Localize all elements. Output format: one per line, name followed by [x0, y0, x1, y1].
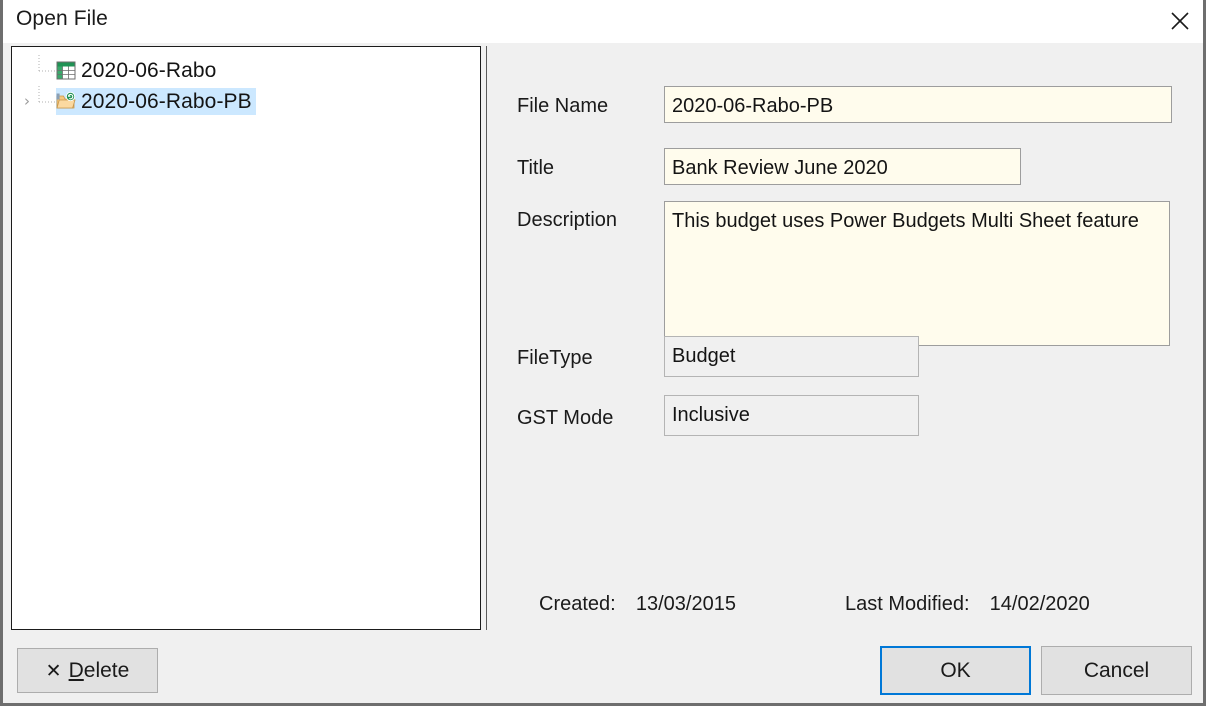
- tree-connector-line: [38, 86, 55, 103]
- description-label: Description: [517, 209, 618, 231]
- tree-item-content-selected[interactable]: 2020-06-Rabo-PB: [56, 88, 256, 115]
- created-meta: Created: 13/03/2015: [539, 593, 736, 616]
- title-label: Title: [517, 157, 555, 179]
- window-title: Open File: [16, 7, 108, 30]
- file-details-panel: File Name 2020-06-Rabo-PB Title Bank Rev…: [486, 46, 1202, 630]
- delete-button[interactable]: ✕ Delete: [17, 648, 158, 693]
- last-modified-label: Last Modified:: [845, 593, 970, 615]
- file-name-label: File Name: [517, 95, 609, 117]
- folder-refresh-icon: [56, 92, 76, 109]
- created-label: Created:: [539, 593, 616, 615]
- created-value: 13/03/2015: [635, 593, 736, 615]
- filetype-label: FileType: [517, 347, 593, 369]
- file-name-input[interactable]: 2020-06-Rabo-PB: [664, 86, 1172, 123]
- tree-item-label: 2020-06-Rabo: [81, 58, 217, 82]
- delete-button-label: Delete: [69, 659, 130, 683]
- close-icon[interactable]: [1157, 0, 1203, 41]
- ok-button[interactable]: OK: [880, 646, 1031, 695]
- list-item[interactable]: › 2020-06-Rabo-PB: [12, 86, 480, 117]
- delete-mnemonic: D: [68, 658, 84, 682]
- title-input[interactable]: Bank Review June 2020: [664, 148, 1021, 185]
- last-modified-meta: Last Modified: 14/02/2020: [845, 593, 1090, 616]
- file-tree: 2020-06-Rabo › 2020-06-Rabo-PB: [12, 47, 480, 117]
- list-item[interactable]: 2020-06-Rabo: [12, 55, 480, 86]
- cancel-button[interactable]: Cancel: [1041, 646, 1192, 695]
- open-file-dialog: Open File 2020-06-Rabo › 2020-06-Rabo-PB…: [0, 0, 1206, 706]
- delete-rest: elete: [83, 658, 130, 682]
- title-bar: Open File: [3, 0, 1203, 43]
- description-textarea[interactable]: This budget uses Power Budgets Multi She…: [664, 201, 1170, 346]
- last-modified-value: 14/02/2020: [989, 593, 1090, 615]
- file-tree-panel[interactable]: 2020-06-Rabo › 2020-06-Rabo-PB: [11, 46, 481, 630]
- gst-mode-label: GST Mode: [517, 407, 614, 429]
- tree-item-content[interactable]: 2020-06-Rabo: [56, 57, 220, 84]
- spreadsheet-icon: [56, 61, 76, 80]
- tree-connector-line: [38, 55, 55, 72]
- gst-mode-value: Inclusive: [664, 395, 919, 436]
- close-x-icon: ✕: [45, 659, 62, 682]
- chevron-right-icon[interactable]: ›: [24, 94, 38, 109]
- tree-item-label: 2020-06-Rabo-PB: [81, 89, 252, 113]
- filetype-value: Budget: [664, 336, 919, 377]
